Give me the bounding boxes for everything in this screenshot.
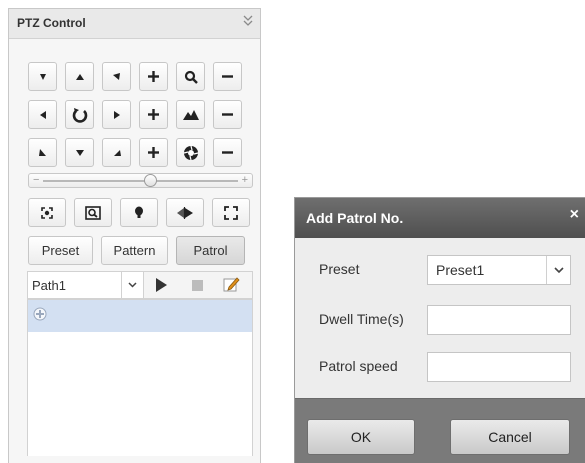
- iris-button[interactable]: [176, 138, 205, 167]
- auto-pan-button[interactable]: [65, 100, 94, 129]
- wiper-button[interactable]: [166, 198, 204, 227]
- dialog-title: Add Patrol No.: [306, 210, 404, 226]
- tab-preset[interactable]: Preset: [28, 236, 93, 265]
- light-icon: [41, 206, 53, 219]
- zoom-in-icon: [148, 71, 159, 82]
- focus-point-icon: [135, 206, 143, 218]
- add-patrol-dialog: Add Patrol No. × Preset Preset1 Dwell Ti…: [294, 197, 585, 463]
- patrol-path-select[interactable]: Path1: [28, 272, 144, 298]
- focus-far-icon: [222, 113, 233, 116]
- ptz-direction-grid: [28, 62, 242, 167]
- ptz-panel-title: PTZ Control: [17, 16, 86, 30]
- focus-point-button[interactable]: [120, 198, 158, 227]
- pan-down-right-icon: [38, 148, 46, 156]
- patrol-speed-label: Patrol speed: [319, 358, 398, 374]
- zoom-magnifier-icon: [184, 70, 198, 84]
- tilt-up-button[interactable]: [65, 62, 94, 91]
- speed-slider-thumb[interactable]: [144, 174, 158, 187]
- preset-label: Preset: [319, 261, 360, 277]
- speed-slider-track: [43, 180, 238, 182]
- preset-select-value: Preset1: [436, 262, 485, 278]
- edit-icon: [223, 277, 240, 292]
- ok-button[interactable]: OK: [307, 419, 415, 455]
- ptz-speed-slider[interactable]: − +: [28, 173, 253, 188]
- pan-down-left-2-icon: [113, 149, 121, 156]
- patrol-speed-input[interactable]: [427, 352, 571, 382]
- chevron-down-icon[interactable]: [546, 256, 570, 284]
- pan-down-left-alt-button[interactable]: [102, 138, 131, 167]
- tab-pattern[interactable]: Pattern: [101, 236, 168, 265]
- pan-right-icon: [113, 110, 120, 119]
- iris-aperture-icon: [183, 145, 198, 160]
- dialog-footer: OK Cancel: [295, 398, 585, 463]
- dialog-body: Preset Preset1 Dwell Time(s) Patrol spee…: [295, 238, 585, 398]
- pan-left-button[interactable]: [28, 100, 57, 129]
- tilt-down-button[interactable]: [65, 138, 94, 167]
- ptz-tool-row: [28, 198, 250, 227]
- patrol-path-bar: Path1: [27, 271, 253, 299]
- iris-close-icon: [222, 151, 233, 154]
- iris-close-button[interactable]: [213, 138, 242, 167]
- dwell-time-input[interactable]: [427, 305, 571, 335]
- play-patrol-button[interactable]: [154, 277, 168, 296]
- speed-minus-label: −: [33, 174, 40, 186]
- pan-left-icon: [39, 110, 46, 119]
- zoom-area-icon: [85, 205, 101, 220]
- focus-button[interactable]: [176, 100, 205, 129]
- focus-far-button[interactable]: [213, 100, 242, 129]
- play-icon: [156, 278, 167, 292]
- dialog-header: Add Patrol No. ×: [295, 198, 585, 238]
- pan-down-left-button[interactable]: [28, 62, 57, 91]
- patrol-path-value: Path1: [32, 278, 66, 293]
- auto-pan-icon: [72, 107, 87, 123]
- preset-select[interactable]: Preset1: [427, 255, 571, 285]
- pan-down-left-icon: [39, 73, 46, 80]
- edit-patrol-button[interactable]: [223, 276, 240, 296]
- collapse-icon[interactable]: [242, 15, 254, 29]
- patrol-add-row[interactable]: [28, 300, 252, 332]
- fullscreen-button[interactable]: [212, 198, 250, 227]
- cancel-button[interactable]: Cancel: [450, 419, 570, 455]
- tilt-up-icon: [75, 73, 84, 80]
- speed-plus-label: +: [241, 174, 248, 186]
- pan-up-right-icon: [112, 72, 120, 80]
- ptz-mode-tabs: Preset Pattern Patrol: [28, 236, 245, 265]
- tab-patrol[interactable]: Patrol: [176, 236, 245, 265]
- fullscreen-icon: [224, 205, 238, 220]
- focus-mountain-icon: [182, 109, 199, 120]
- zoom-magnifier-button[interactable]: [176, 62, 205, 91]
- patrol-preset-list: [27, 299, 253, 456]
- tilt-down-icon: [75, 149, 84, 156]
- pan-down-right-button[interactable]: [28, 138, 57, 167]
- stop-patrol-button[interactable]: [192, 280, 203, 294]
- iris-open-icon: [148, 147, 159, 158]
- chevron-down-icon[interactable]: [121, 272, 143, 298]
- dwell-time-label: Dwell Time(s): [319, 311, 404, 327]
- zoom-area-button[interactable]: [74, 198, 112, 227]
- ptz-panel-header: PTZ Control: [9, 9, 260, 39]
- zoom-out-icon: [222, 75, 233, 78]
- stop-icon: [192, 280, 203, 291]
- focus-near-button[interactable]: [139, 100, 168, 129]
- pan-right-button[interactable]: [102, 100, 131, 129]
- zoom-in-button[interactable]: [139, 62, 168, 91]
- pan-up-right-button[interactable]: [102, 62, 131, 91]
- iris-open-button[interactable]: [139, 138, 168, 167]
- focus-near-icon: [148, 109, 159, 120]
- zoom-out-button[interactable]: [213, 62, 242, 91]
- light-button[interactable]: [28, 198, 66, 227]
- close-icon[interactable]: ×: [570, 207, 579, 223]
- wiper-icon: [177, 206, 193, 219]
- add-icon[interactable]: [33, 307, 47, 324]
